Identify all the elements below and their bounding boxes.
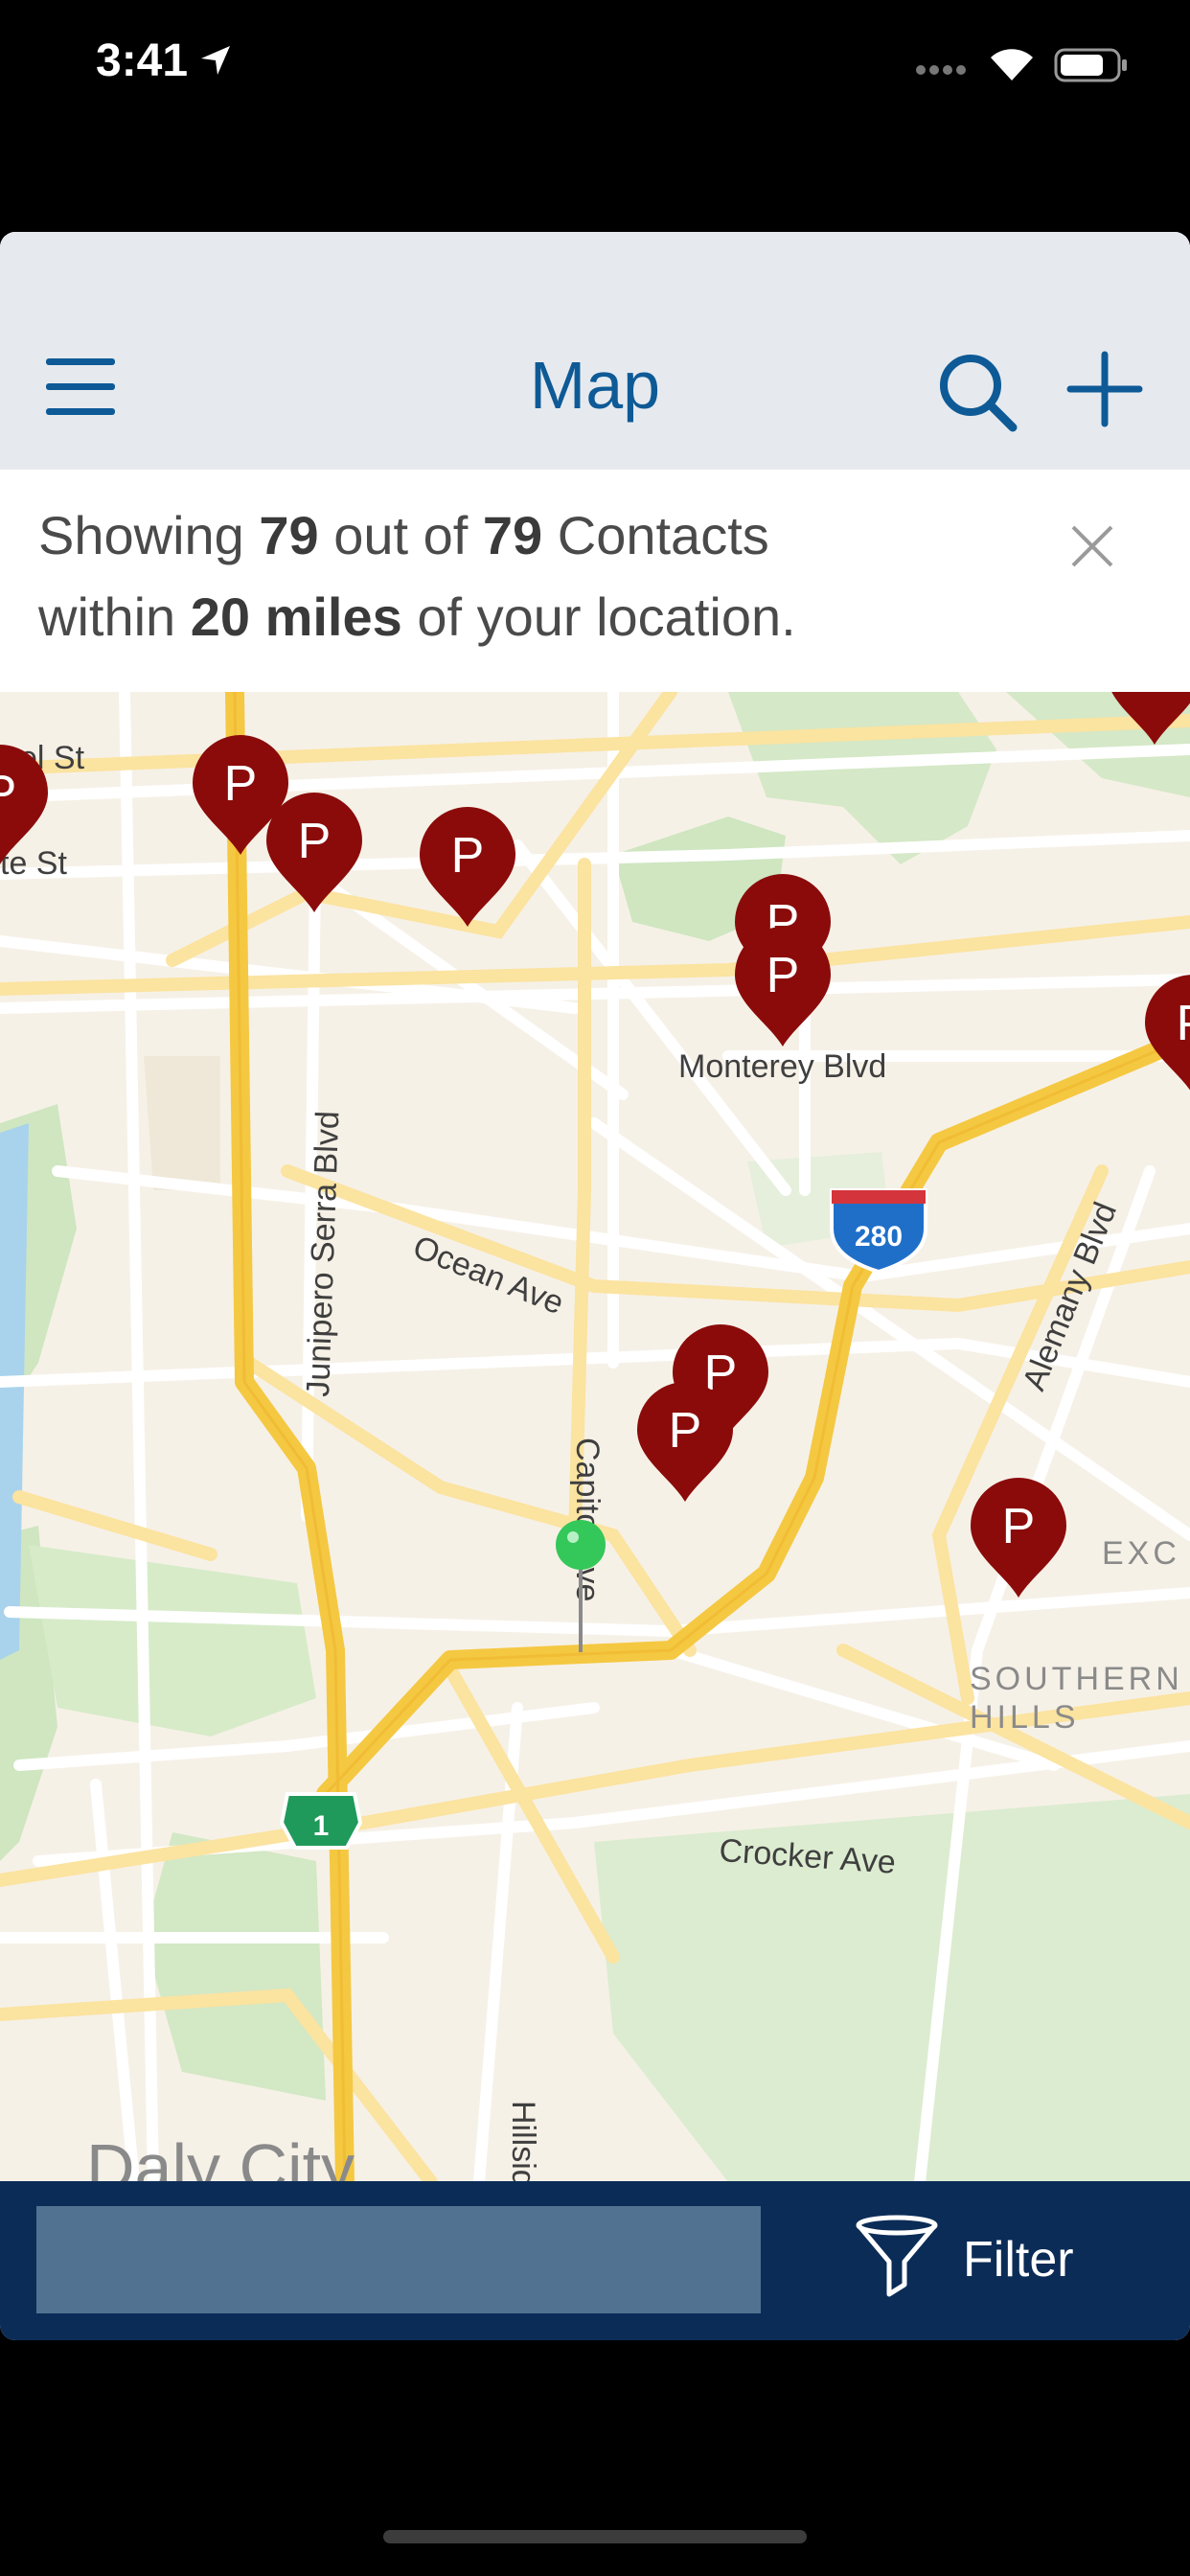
svg-text:280: 280 [855,1221,903,1253]
wifi-icon [991,49,1033,80]
notice-text: Showing 79 out of 79 Contacts within 20 … [38,494,901,657]
interstate-shield-icon: 280 [830,1188,927,1275]
total-count: 79 [482,505,543,565]
svg-text:P: P [669,1403,702,1459]
contact-pin[interactable]: P [262,793,367,917]
shown-count: 79 [259,505,319,565]
home-indicator[interactable] [383,2530,807,2543]
neighborhood-label: EXC [1102,1535,1180,1572]
svg-text:P: P [1177,996,1190,1051]
svg-text:P: P [224,756,258,812]
notice-text-part: Showing [38,505,260,565]
bottom-toolbar: Filter [0,2181,1190,2340]
svg-text:P: P [298,814,332,869]
street-label: Monterey Blvd [678,1048,887,1085]
filter-button[interactable]: Filter [853,2206,1140,2312]
street-label: Hillside [505,2101,541,2182]
cellular-signal-icon [916,65,966,75]
neighborhood-label: SOUTHERN HILLS [970,1661,1183,1736]
add-contact-icon[interactable] [1066,351,1143,427]
svg-text:1: 1 [313,1810,330,1842]
navigation-bar: Map [0,232,1190,470]
app-container: Map Showing 79 out of 79 Contacts within… [0,232,1190,2340]
status-bar: 3:41 [0,0,1190,134]
current-location-pin-icon [556,1520,606,1652]
filter-funnel-icon [856,2215,938,2297]
contact-pin[interactable]: P [632,1382,738,1506]
filter-label: Filter [963,2232,1074,2288]
contact-pin[interactable]: P [1102,692,1190,749]
svg-text:P: P [767,948,800,1003]
map-view[interactable]: 280 1 el St te St Monterey Blvd Junipero… [0,692,1190,2182]
svg-text:P: P [1002,1499,1036,1554]
notice-text-part: of your location. [401,586,796,647]
notice-text-part: out of [318,505,483,565]
contact-pin[interactable]: P [966,1478,1071,1602]
contact-pin[interactable]: P [730,927,835,1051]
svg-text:P: P [451,828,485,884]
contact-pin[interactable]: P [1140,975,1190,1099]
search-input[interactable] [36,2206,761,2313]
status-time: 3:41 [96,35,189,86]
search-icon[interactable] [934,349,1020,435]
contact-pin[interactable]: P [0,745,53,869]
svg-text:P: P [1138,692,1172,702]
battery-icon [1054,48,1127,82]
close-icon[interactable] [1064,518,1121,575]
results-notice: Showing 79 out of 79 Contacts within 20 … [0,470,1190,692]
svg-text:P: P [0,766,16,821]
highway-shield-icon: 1 [279,1792,363,1850]
contact-pin[interactable]: P [415,807,520,932]
city-label: Daly City [86,2130,355,2182]
location-arrow-icon [201,46,230,75]
distance-value: 20 miles [190,586,402,647]
